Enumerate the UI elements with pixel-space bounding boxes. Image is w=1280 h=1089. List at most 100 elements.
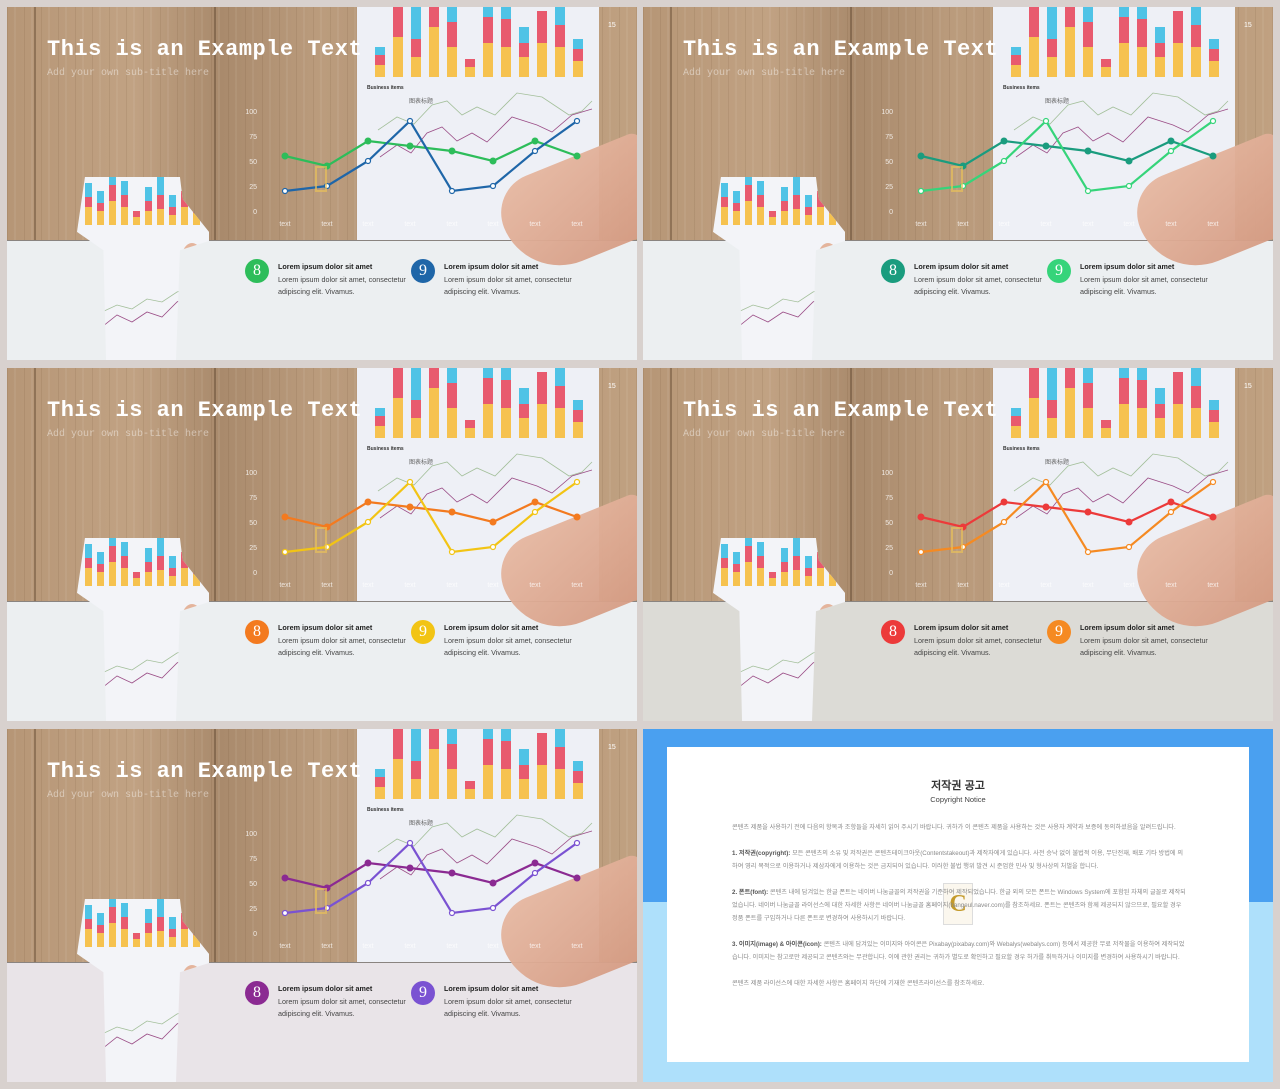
number-badge: 8	[245, 620, 269, 644]
section-text: 모든 콘텐츠의 소유 및 저작권은 콘텐츠테이크아웃(Contentstakeo…	[732, 850, 1184, 870]
data-point	[573, 513, 581, 521]
number-badge: 8	[881, 259, 905, 283]
copyright-section: 1. 저작권(copyright): 모든 콘텐츠의 소유 및 저작권은 콘텐츠…	[732, 847, 1187, 873]
x-tick-label: text	[571, 221, 582, 228]
cutout-line	[101, 288, 188, 313]
feature-text: Lorem ipsum dolor sit amet Lorem ipsum do…	[1080, 261, 1210, 299]
x-tick-label: text	[446, 582, 457, 589]
slide-subtitle: Add your own sub-title here	[47, 790, 210, 801]
page-number: 15	[608, 744, 616, 751]
slide-subtitle: Add your own sub-title here	[683, 429, 846, 440]
copyright-slide[interactable]: 저작권 공고 Copyright Notice C 콘텐츠 제품을 사용하기 전…	[643, 729, 1273, 1082]
y-tick-label: 100	[245, 109, 257, 116]
data-point	[1000, 518, 1008, 526]
feature-text: Lorem ipsum dolor sit amet Lorem ipsum do…	[914, 622, 1044, 660]
feature-body: Lorem ipsum dolor sit amet, consectetur …	[1080, 635, 1208, 658]
data-point	[281, 909, 289, 917]
data-point	[573, 152, 581, 160]
data-point	[1084, 548, 1092, 556]
slide-thumbnail[interactable]: Business items 图表标题 0 25 50 75 100 text text te…	[7, 368, 637, 721]
data-point	[1167, 498, 1175, 506]
data-point	[281, 513, 289, 521]
y-tick-label: 100	[245, 470, 257, 477]
y-tick-label: 0	[253, 931, 257, 938]
data-point	[1125, 157, 1133, 165]
x-tick-label: text	[1207, 221, 1218, 228]
data-point	[281, 152, 289, 160]
x-tick-label: text	[1165, 582, 1176, 589]
x-tick-label: text	[957, 582, 968, 589]
number-badge: 8	[881, 620, 905, 644]
data-point	[1209, 478, 1217, 486]
slide-thumbnail[interactable]: Business items 图表标题 0 25 50 75 100 text text te…	[7, 7, 637, 360]
slide-thumbnail[interactable]: Business items 图表标题 0 25 50 75 100 text text te…	[7, 729, 637, 1082]
data-point	[917, 548, 925, 556]
data-point	[406, 503, 414, 511]
slide-thumbnail[interactable]: Business items 图表标题 0 25 50 75 100 text text te…	[643, 368, 1273, 721]
data-point	[1167, 508, 1175, 516]
slide-thumbnail[interactable]: Business items 图表标题 0 25 50 75 100 text text te…	[643, 7, 1273, 360]
feature-text: Lorem ipsum dolor sit amet Lorem ipsum do…	[444, 983, 574, 1021]
data-point	[281, 548, 289, 556]
x-tick-label: text	[404, 943, 415, 950]
number-badge: 8	[245, 981, 269, 1005]
data-point	[573, 839, 581, 847]
data-point	[448, 187, 456, 195]
cutout-line	[101, 1018, 188, 1050]
feature-heading: Lorem ipsum dolor sit amet	[444, 262, 539, 271]
data-point	[1084, 187, 1092, 195]
copyright-section: 3. 이미지(image) & 아이콘(icon): 콘텐츠 내에 담겨있는 이…	[732, 938, 1187, 964]
data-point	[364, 137, 372, 145]
copyright-footer: 콘텐츠 제품 라이선스에 대한 자세한 사항은 홈페이지 하단에 기재한 콘텐츠…	[732, 980, 985, 987]
data-point	[364, 157, 372, 165]
copyright-title: 저작권 공고	[931, 780, 985, 792]
page-number: 15	[608, 383, 616, 390]
data-point	[1167, 137, 1175, 145]
y-tick-label: 25	[885, 545, 893, 552]
data-point	[1084, 508, 1092, 516]
data-point	[281, 187, 289, 195]
slide-subtitle: Add your own sub-title here	[683, 68, 846, 79]
feature-body: Lorem ipsum dolor sit amet, consectetur …	[444, 635, 572, 658]
data-point	[406, 117, 414, 125]
data-point	[489, 518, 497, 526]
data-point	[448, 548, 456, 556]
data-point	[1000, 157, 1008, 165]
data-point	[531, 508, 539, 516]
x-tick-label: text	[279, 221, 290, 228]
cutout-line	[737, 657, 824, 689]
x-tick-label: text	[404, 582, 415, 589]
data-point	[573, 117, 581, 125]
y-tick-label: 75	[885, 495, 893, 502]
x-tick-label: text	[446, 943, 457, 950]
data-point	[364, 498, 372, 506]
photo-line	[1013, 453, 1229, 492]
cutout-line	[101, 649, 188, 674]
photo-line	[377, 814, 593, 853]
photo-line	[1013, 92, 1229, 131]
feature-body: Lorem ipsum dolor sit amet, consectetur …	[278, 635, 406, 658]
slide-title: This is an Example Text	[683, 37, 999, 62]
data-point	[917, 187, 925, 195]
data-point	[917, 513, 925, 521]
x-tick-label: text	[279, 943, 290, 950]
x-tick-label: text	[404, 221, 415, 228]
copyright-section: 2. 폰트(font): 콘텐츠 내에 담겨있는 한글 폰트는 네이버 나눔글꼴…	[732, 886, 1187, 925]
feature-body: Lorem ipsum dolor sit amet, consectetur …	[278, 274, 406, 297]
x-tick-label: text	[1082, 221, 1093, 228]
data-point	[1209, 152, 1217, 160]
x-tick-label: text	[1123, 221, 1134, 228]
slide-title: This is an Example Text	[47, 759, 363, 784]
y-tick-label: 0	[253, 209, 257, 216]
x-tick-label: text	[487, 582, 498, 589]
x-tick-label: text	[362, 582, 373, 589]
data-point	[489, 879, 497, 887]
data-point	[489, 182, 497, 190]
x-tick-label: text	[529, 221, 540, 228]
data-point	[406, 142, 414, 150]
feature-text: Lorem ipsum dolor sit amet Lorem ipsum do…	[278, 261, 408, 299]
x-tick-label: text	[321, 221, 332, 228]
y-tick-label: 100	[881, 109, 893, 116]
cutout-line	[101, 296, 188, 328]
feature-text: Lorem ipsum dolor sit amet Lorem ipsum do…	[444, 622, 574, 660]
